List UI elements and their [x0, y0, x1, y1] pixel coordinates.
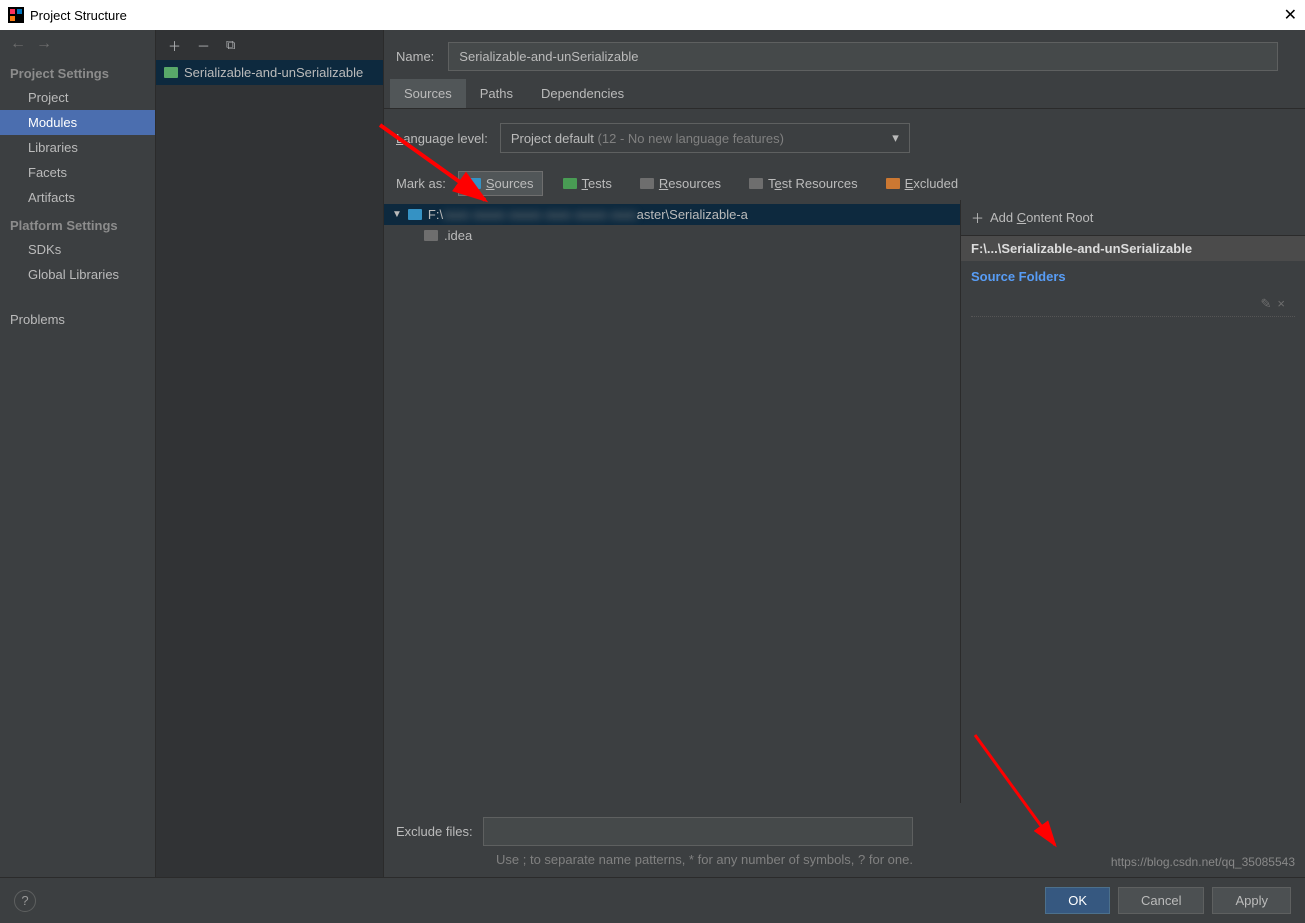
sidebar-item-facets[interactable]: Facets	[0, 160, 155, 185]
folder-icon	[424, 230, 438, 241]
mark-excluded-button[interactable]: Excluded	[878, 172, 966, 195]
tree-child-name: .idea	[444, 228, 472, 243]
sidebar-item-problems[interactable]: Problems	[0, 307, 155, 332]
bottom-bar: ? OK Cancel Apply	[0, 877, 1305, 923]
tree-root-row[interactable]: ▼ F:\xxxx xxxxx xxxxx xxxx xxxxx xxxxast…	[384, 204, 960, 225]
nav-back-icon[interactable]: ←	[10, 35, 26, 53]
source-tree: ▼ F:\xxxx xxxxx xxxxx xxxx xxxxx xxxxast…	[384, 200, 960, 803]
exclude-hint: Use ; to separate name patterns, * for a…	[496, 852, 926, 867]
plus-icon: ＋	[971, 208, 984, 227]
copy-module-icon[interactable]: ⧉	[226, 37, 235, 53]
mark-sources-button[interactable]: Sources	[458, 171, 543, 196]
sidebar-item-project[interactable]: Project	[0, 85, 155, 110]
main-panel: Name: Sources Paths Dependencies Languag…	[384, 30, 1305, 877]
tree-child-row[interactable]: .idea	[384, 225, 960, 246]
test-resources-folder-icon	[749, 178, 763, 189]
exclude-files-label: Exclude files:	[396, 824, 473, 839]
ok-button[interactable]: OK	[1045, 887, 1110, 914]
remove-module-icon[interactable]: －	[197, 36, 210, 55]
cancel-button[interactable]: Cancel	[1118, 887, 1204, 914]
language-level-label: Language level:	[396, 131, 488, 146]
name-label: Name:	[396, 49, 434, 64]
tests-folder-icon	[563, 178, 577, 189]
mark-test-resources-button[interactable]: Test Resources	[741, 172, 866, 195]
content-root-panel: ＋ Add Content Root F:\...\Serializable-a…	[960, 200, 1305, 803]
module-icon	[164, 67, 178, 78]
app-logo-icon	[8, 7, 24, 23]
section-platform-settings: Platform Settings	[0, 210, 155, 237]
close-icon[interactable]: ✕	[1284, 5, 1297, 25]
resources-folder-icon	[640, 178, 654, 189]
help-button[interactable]: ?	[14, 890, 36, 912]
tree-root-path: F:\xxxx xxxxx xxxxx xxxx xxxxx xxxxaster…	[428, 207, 748, 222]
exclude-files-input[interactable]	[483, 817, 913, 846]
sidebar-item-global-libraries[interactable]: Global Libraries	[0, 262, 155, 287]
module-list-item[interactable]: Serializable-and-unSerializable	[156, 60, 383, 85]
watermark: https://blog.csdn.net/qq_35085543	[1111, 855, 1295, 869]
remove-icon[interactable]: ×	[1277, 296, 1285, 312]
sources-folder-icon	[467, 178, 481, 189]
tab-paths[interactable]: Paths	[466, 79, 527, 108]
excluded-folder-icon	[886, 178, 900, 189]
sidebar: ← → Project Settings Project Modules Lib…	[0, 30, 156, 877]
tab-sources[interactable]: Sources	[390, 79, 466, 108]
mark-as-label: Mark as:	[396, 176, 446, 191]
module-name: Serializable-and-unSerializable	[184, 65, 363, 80]
sidebar-item-sdks[interactable]: SDKs	[0, 237, 155, 262]
edit-icon[interactable]: ✎	[1261, 296, 1272, 312]
section-project-settings: Project Settings	[0, 58, 155, 85]
language-level-select[interactable]: Project default (12 - No new language fe…	[500, 123, 910, 153]
tab-dependencies[interactable]: Dependencies	[527, 79, 638, 108]
titlebar: Project Structure ✕	[0, 0, 1305, 30]
add-content-root-button[interactable]: ＋ Add Content Root	[961, 200, 1305, 236]
chevron-down-icon: ▾	[892, 130, 899, 146]
window-title: Project Structure	[30, 8, 127, 23]
mark-tests-button[interactable]: Tests	[555, 172, 620, 195]
sidebar-item-artifacts[interactable]: Artifacts	[0, 185, 155, 210]
source-folders-header: Source Folders	[961, 261, 1305, 292]
sidebar-item-modules[interactable]: Modules	[0, 110, 155, 135]
module-list: ＋ － ⧉ Serializable-and-unSerializable	[156, 30, 384, 877]
tree-expand-icon[interactable]: ▼	[392, 209, 402, 220]
add-module-icon[interactable]: ＋	[168, 36, 181, 55]
content-root-path[interactable]: F:\...\Serializable-and-unSerializable	[961, 236, 1305, 261]
mark-resources-button[interactable]: Resources	[632, 172, 729, 195]
folder-icon	[408, 209, 422, 220]
sidebar-item-libraries[interactable]: Libraries	[0, 135, 155, 160]
nav-forward-icon[interactable]: →	[36, 35, 52, 53]
module-name-input[interactable]	[448, 42, 1278, 71]
apply-button[interactable]: Apply	[1212, 887, 1291, 914]
